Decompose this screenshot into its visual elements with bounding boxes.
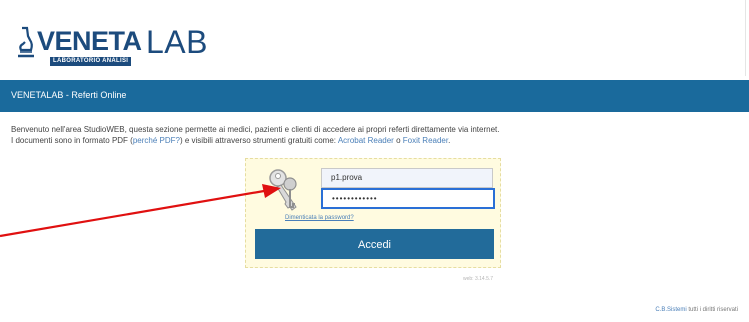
page-edge-line — [745, 0, 746, 76]
login-panel: p1.prova •••••••••••• Dimenticata la pas… — [245, 158, 501, 268]
microscope-icon — [18, 26, 34, 58]
intro-text-part: ) e visibili attraverso strumenti gratui… — [179, 136, 338, 145]
intro-text-part: o — [393, 136, 403, 145]
version-label: web: 3.14.5.7 — [463, 276, 494, 282]
intro-text: Benvenuto nell'area StudioWEB, questa se… — [11, 124, 741, 146]
keys-icon — [269, 169, 297, 211]
company-link[interactable]: C.B.Sistemi — [655, 307, 686, 313]
password-input[interactable]: •••••••••••• — [321, 188, 495, 209]
page-title: VENETALAB - Referti Online — [11, 90, 127, 100]
logo-word-lab: LAB — [146, 24, 208, 60]
logo-subtitle: LABORATORIO ANALISI — [50, 57, 132, 66]
username-input[interactable]: p1.prova — [321, 168, 493, 188]
logo-word-veneta: VENETA — [37, 26, 142, 56]
acrobat-reader-link[interactable]: Acrobat Reader — [338, 136, 394, 145]
footer-credits: C.B.Sistemi tutti i diritti riservati — [655, 307, 738, 313]
foxit-reader-link[interactable]: Foxit Reader — [403, 136, 448, 145]
intro-text-part: I documenti sono in formato PDF ( — [11, 136, 133, 145]
intro-line-1: Benvenuto nell'area StudioWEB, questa se… — [11, 125, 500, 134]
forgot-password-link[interactable]: Dimenticata la password? — [285, 215, 354, 221]
intro-line-2: I documenti sono in formato PDF (perché … — [11, 135, 741, 146]
rights-text: tutti i diritti riservati — [686, 307, 738, 313]
login-button[interactable]: Accedi — [255, 229, 494, 259]
title-bar: VENETALAB - Referti Online — [0, 80, 749, 112]
venetalab-logo: VENETA LAB LABORATORIO ANALISI — [17, 22, 217, 70]
why-pdf-link[interactable]: perché PDF? — [133, 136, 180, 145]
intro-text-part: . — [448, 136, 451, 145]
